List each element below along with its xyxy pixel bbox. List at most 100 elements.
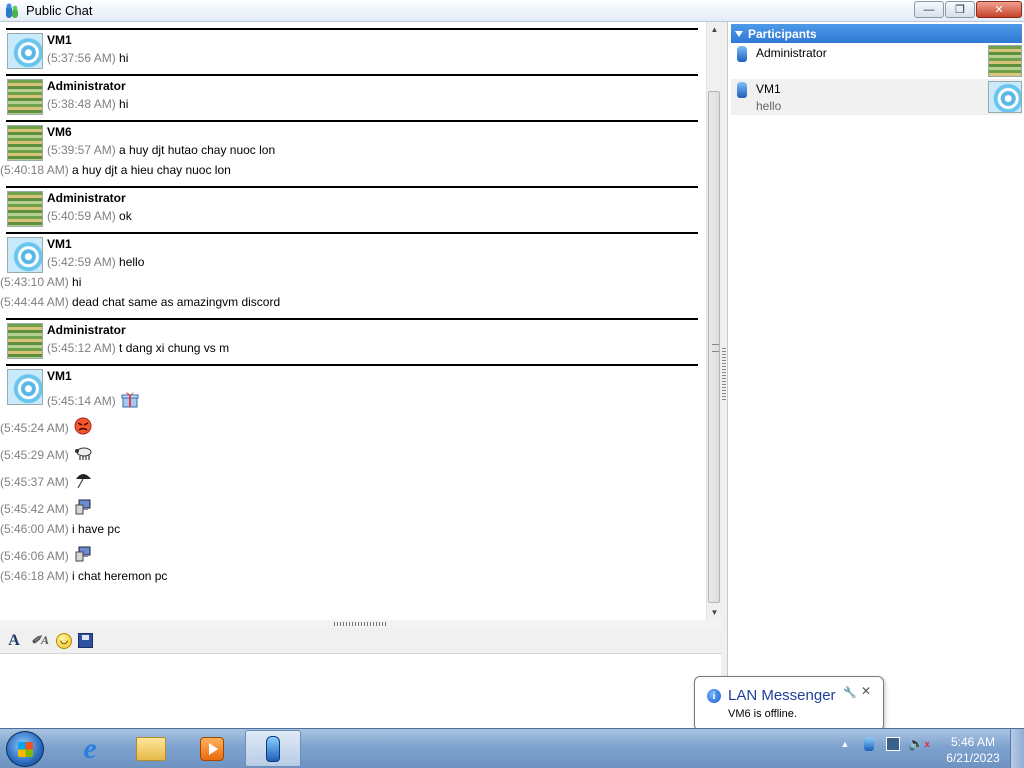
message-line: (5:45:24 AM) — [0, 411, 698, 438]
message-line: (5:45:42 AM) — [0, 492, 698, 519]
user-icon — [737, 46, 747, 62]
message-group: Administrator (5:38:48 AM) hi — [6, 74, 698, 115]
sender-name: VM1 — [47, 237, 72, 251]
message-timestamp: (5:45:12 AM) — [47, 341, 116, 355]
message-timestamp: (5:43:10 AM) — [0, 275, 69, 289]
scroll-down-icon[interactable]: ▼ — [707, 605, 722, 620]
lan-messenger-icon — [6, 3, 18, 18]
taskbar-lan-messenger[interactable] — [245, 730, 301, 767]
avatar — [7, 79, 43, 115]
taskbar-internet-explorer[interactable]: e — [62, 730, 118, 767]
message-timestamp: (5:40:18 AM) — [0, 163, 69, 177]
minimize-button[interactable]: — — [914, 1, 944, 18]
internet-explorer-icon: e — [83, 731, 97, 765]
message-line: (5:45:29 AM) — [0, 438, 698, 465]
computer-icon — [74, 495, 92, 515]
avatar — [988, 45, 1022, 77]
maximize-button[interactable]: ❐ — [945, 1, 975, 18]
chat-input-splitter[interactable] — [0, 620, 721, 628]
font-style-icon[interactable]: ✐A — [30, 631, 50, 651]
sender-name: Administrator — [47, 191, 126, 205]
sender-name: VM1 — [47, 33, 72, 47]
format-toolbar: A ✐A ◡ — [0, 628, 721, 654]
participants-header-label: Participants — [748, 26, 817, 41]
message-timestamp: (5:40:59 AM) — [47, 209, 116, 223]
message-timestamp: (5:45:14 AM) — [47, 394, 116, 408]
save-icon[interactable] — [78, 633, 93, 648]
message-line: (5:43:10 AM) hi — [0, 272, 698, 292]
message-line: (5:45:12 AM) t dang xi chung vs m — [47, 338, 698, 358]
font-icon[interactable]: A — [4, 631, 24, 651]
lan-messenger-tray-icon[interactable] — [864, 737, 874, 751]
participant-vm1[interactable]: VM1 hello — [731, 79, 1022, 115]
message-text: ok — [119, 209, 132, 223]
message-line: (5:37:56 AM) hi — [47, 48, 698, 68]
message-line: (5:45:37 AM) — [0, 465, 698, 492]
close-button[interactable]: ✕ — [976, 1, 1022, 18]
angry-face-icon — [74, 414, 92, 435]
participants-header[interactable]: Participants — [731, 24, 1022, 43]
avatar — [7, 323, 43, 359]
avatar — [988, 81, 1022, 113]
message-input[interactable] — [0, 655, 721, 728]
close-icon[interactable]: ✕ — [861, 684, 871, 698]
message-text: i chat heremon pc — [72, 569, 168, 583]
chat-scrollbar[interactable]: ▲ ▼ — [706, 22, 721, 620]
message-timestamp: (5:45:24 AM) — [0, 421, 69, 435]
notification-balloon[interactable]: i LAN Messenger 🔧 ✕ VM6 is offline. — [694, 676, 884, 742]
collapse-arrow-icon[interactable] — [735, 30, 743, 37]
network-icon[interactable] — [886, 737, 900, 751]
media-player-icon — [200, 736, 224, 761]
volume-muted-icon[interactable]: 🔈 x — [908, 736, 929, 751]
sender-name: Administrator — [47, 323, 126, 337]
scroll-up-icon[interactable]: ▲ — [707, 22, 722, 37]
message-text: dead chat same as amazingvm discord — [72, 295, 281, 309]
scrollbar-thumb[interactable] — [708, 91, 720, 603]
taskbar-media-player[interactable] — [184, 730, 240, 767]
participant-name: VM1 — [756, 82, 781, 96]
participant-name: Administrator — [756, 46, 827, 60]
message-line: (5:40:18 AM) a huy djt a hieu chay nuoc … — [0, 160, 698, 180]
message-timestamp: (5:39:57 AM) — [47, 143, 116, 157]
show-desktop-button[interactable] — [1010, 729, 1024, 768]
start-button[interactable] — [6, 731, 44, 767]
show-hidden-icons-icon[interactable]: ▲ — [838, 737, 852, 751]
message-timestamp: (5:45:42 AM) — [0, 502, 69, 516]
avatar — [7, 369, 43, 405]
message-text: a huy djt hutao chay nuoc lon — [119, 143, 276, 157]
message-group: Administrator (5:40:59 AM) ok — [6, 186, 698, 227]
message-text: t dang xi chung vs m — [119, 341, 230, 355]
message-group: VM6 (5:39:57 AM) a huy djt hutao chay nuo… — [0, 120, 698, 180]
lan-messenger-icon — [266, 735, 280, 762]
message-timestamp: (5:46:18 AM) — [0, 569, 69, 583]
chat-log[interactable]: VM1 (5:37:56 AM) hi Administrator (5:38:48 … — [0, 22, 706, 620]
window-title: Public Chat — [26, 3, 93, 18]
window-controls: — ❐ ✕ — [914, 1, 1022, 18]
sender-name: VM1 — [47, 369, 72, 383]
panel-splitter[interactable] — [721, 22, 728, 728]
message-text: hello — [119, 255, 145, 269]
message-timestamp: (5:45:37 AM) — [0, 475, 69, 489]
user-icon — [737, 82, 747, 98]
system-tray: ▲ 🔈 x — [838, 736, 930, 751]
clock[interactable]: 5:46 AM 6/21/2023 — [940, 734, 1006, 766]
message-group: VM1 (5:45:14 AM) (5:45:24 AM) (5:45:29 AM… — [0, 364, 698, 586]
title-bar: Public Chat — ❐ ✕ — [0, 0, 1024, 22]
notification-title: LAN Messenger — [728, 687, 836, 704]
message-timestamp: (5:45:29 AM) — [0, 448, 69, 462]
message-group: VM1 (5:37:56 AM) hi — [6, 28, 698, 69]
sender-name: VM6 — [47, 125, 72, 139]
message-line: (5:45:14 AM) — [47, 384, 698, 411]
taskbar: e ▲ 🔈 x 5:46 AM 6/21/2023 — [0, 728, 1024, 768]
avatar — [7, 237, 43, 273]
wrench-icon[interactable]: 🔧 — [843, 686, 857, 699]
computer-icon — [74, 542, 92, 562]
message-text: hi — [119, 51, 129, 65]
avatar — [7, 33, 43, 69]
message-line: (5:39:57 AM) a huy djt hutao chay nuoc l… — [47, 140, 698, 160]
taskbar-file-explorer[interactable] — [123, 730, 179, 767]
smiley-icon[interactable]: ◡ — [56, 632, 72, 649]
message-timestamp: (5:46:06 AM) — [0, 549, 69, 563]
clock-date: 6/21/2023 — [946, 751, 1000, 765]
participant-administrator[interactable]: Administrator — [731, 43, 1022, 79]
